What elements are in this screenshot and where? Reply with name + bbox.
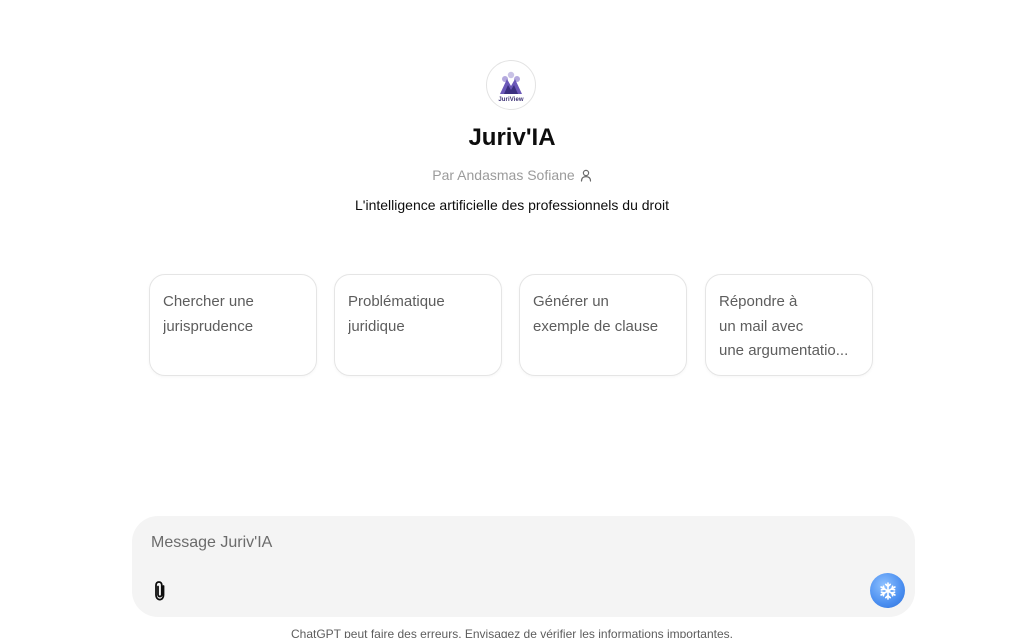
person-icon <box>580 169 591 182</box>
author-line[interactable]: Par Andasmas Sofiane <box>0 167 1024 183</box>
starter-text-line: juridique <box>348 317 405 335</box>
starter-card-mail[interactable]: Répondre à un mail avec une argumentatio… <box>705 274 873 376</box>
logo-wordmark: JuriView <box>498 96 524 103</box>
juriview-logo-icon <box>500 71 522 94</box>
attach-button[interactable] <box>148 578 172 604</box>
send-button[interactable] <box>870 573 905 608</box>
gpt-name: Juriv'IA <box>468 124 556 151</box>
gpt-description: L'intelligence artificielle des professi… <box>355 197 669 213</box>
message-composer <box>132 516 915 617</box>
starter-text-line: Répondre à <box>719 293 798 310</box>
starter-text-line: un mail avec <box>719 317 804 335</box>
starter-text-line: une argumentatio... <box>719 342 849 359</box>
starter-text-line: Problématique <box>348 293 445 310</box>
chat-page: JuriView Juriv'IA Par Andasmas Sofiane L… <box>0 0 1024 638</box>
paperclip-icon <box>155 581 165 601</box>
author-name: Par Andasmas Sofiane <box>432 167 575 183</box>
message-input[interactable] <box>151 532 851 554</box>
starter-card-clause[interactable]: Générer un exemple de clause <box>519 274 687 376</box>
starter-text-line: jurisprudence <box>163 317 254 335</box>
starter-card-problematique[interactable]: Problématique juridique <box>334 274 502 376</box>
starter-text-line: exemple de clause <box>533 317 659 335</box>
snowflake-icon <box>879 581 896 600</box>
starter-text-line: Générer un <box>533 293 609 310</box>
starter-card-jurisprudence[interactable]: Chercher une jurisprudence <box>149 274 317 376</box>
disclaimer-note: ChatGPT peut faire des erreurs. Envisage… <box>291 627 733 638</box>
gpt-avatar: JuriView <box>486 60 536 110</box>
starter-text-line: Chercher une <box>163 293 254 310</box>
